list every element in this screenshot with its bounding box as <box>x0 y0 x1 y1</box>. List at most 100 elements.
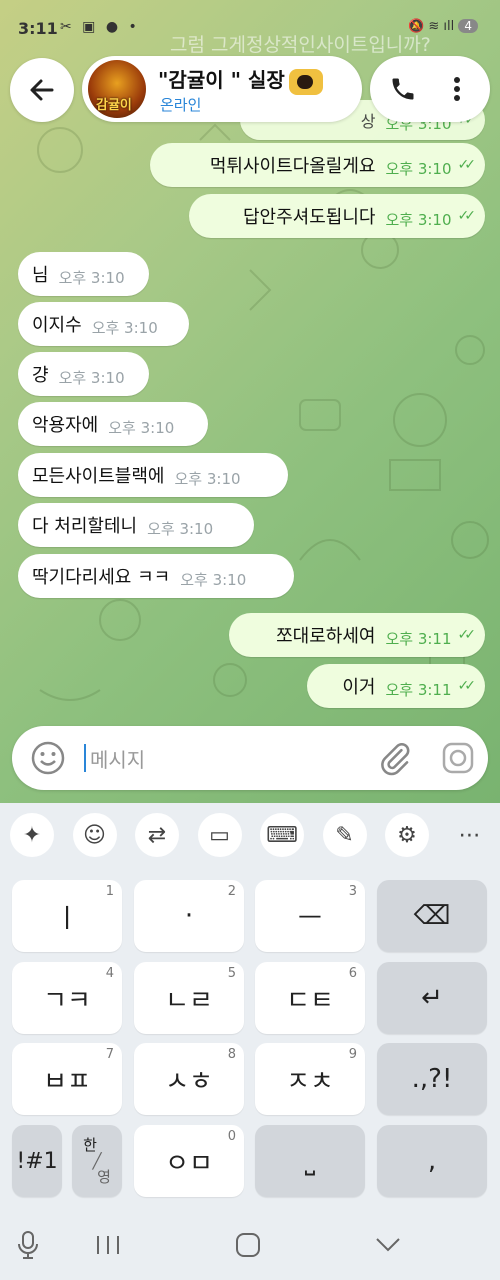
more-button[interactable]: ⋯ <box>448 813 492 857</box>
attach-icon[interactable] <box>378 740 412 776</box>
punctuation-key[interactable]: .,?! <box>377 1043 487 1115</box>
outgoing-message-bubble[interactable]: 답안주셔도됩니다 오후 3:10 ✓✓ <box>189 194 485 238</box>
key-9[interactable]: 9 ㅈㅊ <box>255 1043 365 1115</box>
incoming-message-bubble[interactable]: 다 처리할테니 오후 3:10 <box>18 503 254 547</box>
message-text: 딱기다리세요 ㅋㅋ <box>32 567 171 588</box>
backspace-icon: ⌫ <box>413 901 451 931</box>
comma-key[interactable]: , <box>377 1125 487 1197</box>
emoji-button[interactable]: ☺ <box>72 813 117 857</box>
lang-ko: 한 <box>83 1136 97 1154</box>
message-time: 오후 3:11 <box>385 629 452 648</box>
avatar[interactable]: 감귤이 <box>88 60 146 118</box>
key-label: ㅣ <box>55 903 79 934</box>
clipboard-icon: ▭ <box>209 822 230 848</box>
key-label: ㄷㅌ <box>286 985 334 1016</box>
key-label: ㅡ <box>298 903 322 934</box>
emoji-icon[interactable] <box>30 740 66 776</box>
more-options-button[interactable] <box>440 72 474 106</box>
key-4[interactable]: 4 ㄱㅋ <box>12 962 122 1034</box>
status-bar: 3:11 ✂ ▣ ● • 🔕 ≋ ıll 4 <box>0 0 500 44</box>
translate-button[interactable]: ⇄ <box>135 813 179 857</box>
lang-slash: ╱ <box>92 1152 102 1170</box>
message-text: 걍 <box>32 365 49 386</box>
double-check-icon: ✓✓ <box>457 678 477 694</box>
key-label: ㅂㅍ <box>43 1066 91 1097</box>
key-label: ㄱㅋ <box>43 985 91 1016</box>
camera-icon[interactable] <box>440 740 476 776</box>
enter-icon: ↵ <box>421 983 443 1013</box>
key-label: ㅅㅎ <box>165 1066 213 1097</box>
incoming-message-bubble[interactable]: 딱기다리세요 ㅋㅋ 오후 3:10 <box>18 554 294 598</box>
key-5[interactable]: 5 ㄴㄹ <box>134 962 244 1034</box>
message-text: 이지수 <box>32 315 82 336</box>
mic-icon <box>18 1231 38 1259</box>
ai-sparkle-button[interactable]: ✦ <box>10 813 54 857</box>
message-time: 오후 3:10 <box>147 519 214 538</box>
key-number: 7 <box>105 1047 114 1062</box>
incoming-message-bubble[interactable]: 이지수 오후 3:10 <box>18 302 189 346</box>
keyboard: ✦ ☺ ⇄ ▭ ⌨ ✎ ⚙ ⋯ 1 ㅣ 2 · 3 ㅡ ⌫ 4 ㄱㅋ 5 ㄴㄹ 6 ㄷㅌ ↵ 7 ㅂㅍ 8 ㅅㅎ 9 ㅈㅊ.,?! … <box>0 803 500 1280</box>
clipboard-button[interactable]: ▭ <box>197 813 242 857</box>
home-button[interactable] <box>228 1230 268 1260</box>
message-time: 오후 3:10 <box>180 570 247 589</box>
key-2[interactable]: 2 · <box>134 880 244 952</box>
backspace-key[interactable]: ⌫ <box>377 880 487 952</box>
key-3[interactable]: 3ㅡ <box>255 880 365 952</box>
symbols-key-label: !#1 <box>16 1148 58 1174</box>
key-0[interactable]: 0 ㅇㅁ <box>134 1125 244 1197</box>
message-text: 답안주셔도됩니다 <box>242 207 376 228</box>
outgoing-message-bubble[interactable]: 이거 오후 3:11 ✓✓ <box>307 664 485 708</box>
back-nav-button[interactable] <box>368 1230 408 1260</box>
mic-button[interactable] <box>8 1230 48 1260</box>
symbols-key[interactable]: !#1 <box>12 1125 62 1197</box>
keyboard-button[interactable]: ⌨ <box>260 813 304 857</box>
chat-header[interactable]: 감귤이 "감귤이 " 실장 온라인 <box>82 56 362 122</box>
message-input-bar: 메시지 <box>12 726 488 790</box>
outgoing-message-bubble[interactable]: 쪼대로하세여 오후 3:11 ✓✓ <box>229 613 485 657</box>
call-button[interactable] <box>386 72 420 106</box>
message-text: 님 <box>32 265 49 286</box>
lang-en: 영 <box>97 1168 111 1186</box>
key-6[interactable]: 6 ㄷㅌ <box>255 962 365 1034</box>
chevron-down-icon <box>376 1238 400 1252</box>
double-check-icon: ✓✓ <box>457 157 477 173</box>
key-7[interactable]: 7 ㅂㅍ <box>12 1043 122 1115</box>
incoming-message-bubble[interactable]: 모든사이트블랙에 오후 3:10 <box>18 453 288 497</box>
emoji-icon: ☺ <box>83 822 106 848</box>
text-cursor <box>84 744 86 772</box>
incoming-message-bubble[interactable]: 악용자에 오후 3:10 <box>18 402 208 446</box>
key-label: ㅇㅁ <box>165 1148 213 1179</box>
message-time: 오후 3:10 <box>385 159 452 178</box>
more-vertical-icon <box>454 77 460 101</box>
key-8[interactable]: 8 ㅅㅎ <box>134 1043 244 1115</box>
message-text: 악용자에 <box>32 415 99 436</box>
header-actions <box>370 56 490 122</box>
system-icons: 🔕 ≋ ıll 4 <box>408 19 478 34</box>
status-time: 3:11 <box>18 19 58 38</box>
key-label: , <box>427 1146 437 1176</box>
navigation-bar <box>0 1210 500 1280</box>
key-number: 3 <box>348 884 357 899</box>
key-label: .,?! <box>411 1064 453 1094</box>
arrow-left-icon <box>30 79 54 101</box>
key-1[interactable]: 1ㅣ <box>12 880 122 952</box>
incoming-message-bubble[interactable]: 걍 오후 3:10 <box>18 352 149 396</box>
incoming-message-bubble[interactable]: 님 오후 3:10 <box>18 252 149 296</box>
message-input[interactable]: 메시지 <box>90 744 145 773</box>
key-number: 0 <box>227 1129 236 1144</box>
message-time: 오후 3:10 <box>108 418 175 437</box>
language-key[interactable]: 한 ╱ 영 <box>72 1125 122 1197</box>
outgoing-message-bubble[interactable]: 먹튀사이트다올릴게요 오후 3:10 ✓✓ <box>150 143 485 187</box>
back-button[interactable] <box>10 58 74 122</box>
key-number: 4 <box>105 966 114 981</box>
double-check-icon: ✓✓ <box>457 208 477 224</box>
settings-button[interactable]: ⚙ <box>385 813 429 857</box>
recent-apps-button[interactable] <box>88 1230 128 1260</box>
key-number: 1 <box>105 884 114 899</box>
handwriting-button[interactable]: ✎ <box>322 813 367 857</box>
signal-icons: 🔕 ≋ ıll <box>408 19 455 34</box>
battery-icon: 4 <box>458 19 478 33</box>
enter-key[interactable]: ↵ <box>377 962 487 1034</box>
space-key[interactable]: ⎵ <box>255 1125 365 1197</box>
message-text: 이거 <box>342 677 376 698</box>
